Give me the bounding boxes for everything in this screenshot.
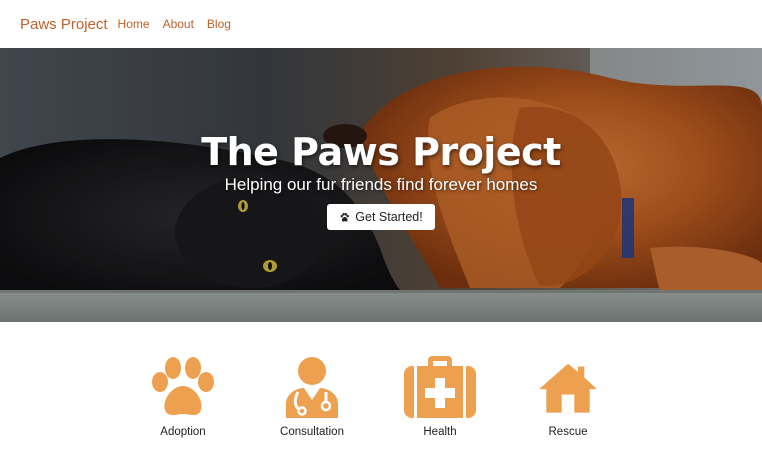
hero-subtitle: Helping our fur friends find forever hom… — [224, 175, 538, 194]
service-label-rescue: Rescue — [548, 426, 588, 438]
paw-icon — [340, 212, 350, 222]
service-label-health: Health — [423, 426, 457, 438]
paw-icon — [152, 357, 214, 415]
navbar: Paws Project Home About Blog — [0, 0, 762, 48]
services-section: Adoption Consultation Health Rescue — [0, 356, 762, 446]
first-aid-kit-icon — [404, 356, 476, 418]
hero-banner: The Paws Project Helping our fur friends… — [0, 48, 762, 322]
nav-link-home[interactable]: Home — [118, 17, 150, 31]
service-label-consultation: Consultation — [280, 426, 344, 438]
nav-link-about[interactable]: About — [163, 17, 194, 31]
nav-link-blog[interactable]: Blog — [207, 17, 231, 31]
get-started-button[interactable]: Get Started! — [327, 204, 435, 230]
get-started-label: Get Started! — [355, 210, 423, 224]
service-rescue[interactable]: Rescue — [518, 356, 618, 438]
service-adoption[interactable]: Adoption — [133, 356, 233, 438]
hero-content: The Paws Project Helping our fur friends… — [0, 130, 762, 230]
hero-title: The Paws Project — [201, 130, 561, 174]
service-label-adoption: Adoption — [160, 426, 206, 438]
brand-link[interactable]: Paws Project — [20, 16, 108, 33]
house-icon — [539, 363, 597, 413]
service-consultation[interactable]: Consultation — [262, 356, 362, 438]
doctor-icon — [286, 357, 338, 418]
service-health[interactable]: Health — [390, 356, 490, 438]
